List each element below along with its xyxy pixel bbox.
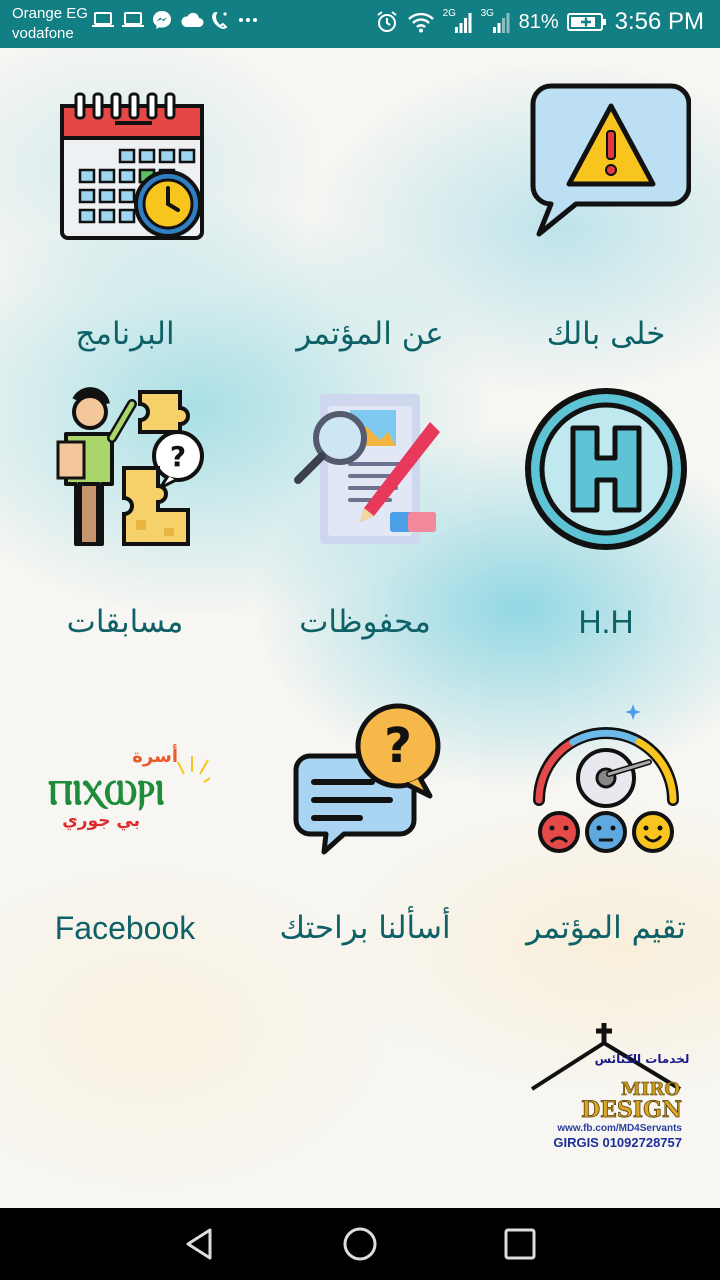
tile-khally-balak[interactable]: خلى بالك — [496, 76, 716, 366]
laptop-icon — [122, 12, 144, 27]
more-icon — [239, 18, 257, 22]
tile-label: البرنامج — [75, 316, 175, 352]
svg-text:?: ? — [384, 718, 412, 774]
puzzle-teacher-icon: ? — [56, 387, 204, 546]
tile-label: أسألنا براحتك — [279, 910, 451, 946]
tile-program[interactable]: البرنامج — [15, 76, 235, 366]
calendar-clock-icon — [60, 92, 204, 240]
credit-contact: GIRGIS 01092728757 — [553, 1135, 682, 1150]
cloud-icon — [181, 12, 204, 27]
tile-label: مسابقات — [66, 604, 184, 640]
carrier-2: vodafone — [12, 25, 74, 42]
logo-word-top: أسرة — [132, 744, 178, 767]
credit-url: www.fb.com/MD4Servants — [556, 1123, 682, 1134]
tile-label: H.H — [578, 604, 634, 640]
call-icon — [212, 11, 228, 29]
logo-coptic: ⲠⲒⲬⲰⲢⲒ — [48, 773, 165, 813]
credit-brand-2: DESIGN — [581, 1097, 682, 1123]
back-button[interactable] — [182, 1226, 218, 1262]
tile-label: Facebook — [54, 910, 196, 946]
warning-bubble-icon — [530, 83, 691, 237]
tile-label: محفوظات — [299, 604, 431, 640]
alarm-icon — [376, 11, 397, 32]
signal-icon: 3G — [481, 8, 511, 34]
rating-gauge-icon — [533, 704, 679, 853]
tile-about-conference[interactable]: عن المؤتمر — [260, 76, 480, 366]
home-screen: خلى بالك عن المؤتمر البرنامج H.H محفوظات… — [0, 48, 720, 1208]
document-search-pencil-icon — [294, 394, 440, 544]
miro-design-logo: لخدمات الكنائس MIRO DESIGN www.fb.com/MD… — [530, 1023, 690, 1150]
navigation-bar — [0, 1208, 720, 1280]
wifi-icon — [407, 12, 434, 33]
laptop-icon — [92, 12, 114, 27]
svg-text:?: ? — [170, 440, 186, 473]
tile-rate-conference[interactable]: تقيم المؤتمر — [496, 700, 716, 990]
logo-word-bottom: بي جوري — [62, 811, 140, 831]
clock: 3:56 PM — [614, 8, 704, 35]
helipad-h-icon — [525, 388, 687, 550]
tile-mahfouzat[interactable]: محفوظات — [255, 384, 475, 674]
family-logo-icon: أسرة ⲠⲒⲬⲰⲢⲒ بي جوري — [48, 744, 210, 831]
battery-icon — [566, 13, 606, 31]
carrier-1: Orange EG — [12, 5, 88, 22]
credit-arabic: لخدمات الكنائس — [595, 1052, 690, 1066]
messenger-icon — [153, 11, 171, 29]
notification-icons — [92, 10, 258, 30]
tile-hh[interactable]: H.H — [496, 384, 716, 674]
tile-facebook[interactable]: أسرة ⲠⲒⲬⲰⲢⲒ بي جوري Facebook — [15, 700, 235, 990]
battery-percent: 81% — [518, 10, 559, 33]
tile-ask-us[interactable]: ? أسألنا براحتك — [255, 700, 475, 990]
signal-icon: 2G — [443, 8, 473, 34]
tile-label: تقيم المؤتمر — [526, 910, 686, 946]
status-bar: Orange EG vodafone 2G 3G 81% 3:56 PM — [0, 0, 720, 48]
tile-competitions[interactable]: ? مسابقات — [15, 384, 235, 674]
recents-button[interactable] — [502, 1226, 538, 1262]
system-icons: 2G 3G 81% 3:56 PM — [375, 8, 704, 36]
tile-label: خلى بالك — [546, 316, 666, 352]
home-button[interactable] — [342, 1226, 378, 1262]
tile-label: عن المؤتمر — [296, 316, 444, 352]
question-chat-icon: ? — [293, 703, 441, 855]
